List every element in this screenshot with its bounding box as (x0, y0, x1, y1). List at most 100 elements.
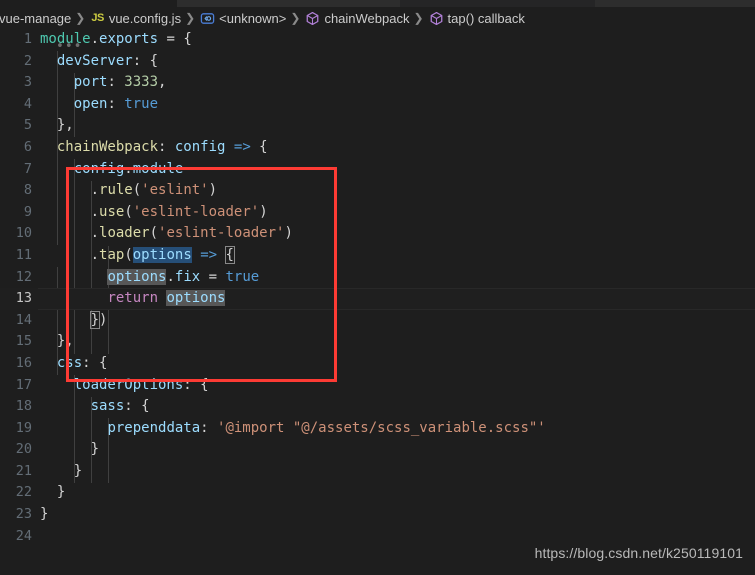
symbol-variable-cube-icon (305, 11, 320, 26)
word-occurrence-highlight: options (166, 290, 225, 306)
code-line[interactable]: 17 loaderOptions: { (0, 375, 755, 397)
bracket-match-open: { (226, 247, 234, 263)
breadcrumb-label-tap-callback: tap() callback (448, 11, 525, 26)
chevron-right-icon: ❯ (182, 11, 199, 25)
code-line[interactable]: 7 config.module (0, 159, 755, 181)
line-content: }) (40, 310, 107, 332)
line-content: devServer: { (40, 51, 158, 73)
tab-strip-filler (400, 0, 595, 7)
line-number: 6 (0, 137, 32, 159)
line-content: sass: { (40, 396, 150, 418)
code-line[interactable]: 11 .tap(options => { (0, 245, 755, 267)
code-line[interactable]: 2 devServer: { (0, 51, 755, 73)
chevron-right-icon: ❯ (72, 11, 89, 25)
line-number: 9 (0, 202, 32, 224)
line-number: 7 (0, 159, 32, 181)
breadcrumb: vue-manage ❯ JS vue.config.js ❯ <unknown… (0, 7, 755, 29)
breadcrumb-item-chainwebpack[interactable]: chainWebpack (304, 11, 410, 26)
line-number-active: 13 (0, 288, 32, 310)
code-line[interactable]: 18 sass: { (0, 396, 755, 418)
code-line[interactable]: 23 } (0, 504, 755, 526)
line-content: return options (40, 288, 225, 310)
editor-tab-inactive-2[interactable] (595, 0, 755, 7)
line-number: 15 (0, 331, 32, 353)
line-content: .tap(options => { (40, 245, 234, 267)
code-line[interactable]: 8 .rule('eslint') (0, 180, 755, 202)
symbol-module-icon (200, 11, 215, 26)
editor-tab-inactive-1[interactable] (178, 0, 400, 7)
code-line[interactable]: 20 } (0, 439, 755, 461)
line-content: css: { (40, 353, 107, 375)
line-content: .rule('eslint') (40, 180, 217, 202)
line-content: module.exports = { (40, 29, 192, 51)
line-number: 2 (0, 51, 32, 73)
selected-text: options (133, 247, 192, 263)
line-number: 12 (0, 267, 32, 289)
code-line[interactable]: 3 port: 3333, (0, 72, 755, 94)
code-line[interactable]: 22 } (0, 482, 755, 504)
code-line[interactable]: 19 prependdata: '@import "@/assets/scss_… (0, 418, 755, 440)
watermark: https://blog.csdn.net/k250119101 (535, 545, 743, 561)
line-content: config.module (40, 159, 183, 181)
code-line-active[interactable]: 13 return options (0, 288, 755, 310)
breadcrumb-item-folder[interactable]: vue-manage (0, 11, 72, 26)
editor-tab-active[interactable] (0, 0, 177, 7)
line-content: } (40, 504, 48, 526)
breadcrumb-label-unknown-symbol: <unknown> (219, 11, 286, 26)
code-lines: 1 module.exports = { 2 devServer: { 3 po… (0, 29, 755, 547)
breadcrumb-label-folder: vue-manage (0, 11, 71, 26)
bracket-match-close: } (91, 312, 99, 328)
line-number: 3 (0, 72, 32, 94)
code-line[interactable]: 5 }, (0, 115, 755, 137)
line-number: 5 (0, 115, 32, 137)
line-content: .use('eslint-loader') (40, 202, 268, 224)
line-number: 1 (0, 29, 32, 51)
breadcrumb-item-tap-callback[interactable]: tap() callback (428, 11, 526, 26)
line-number: 22 (0, 482, 32, 504)
line-content: chainWebpack: config => { (40, 137, 268, 159)
line-number: 21 (0, 461, 32, 483)
line-content: open: true (40, 94, 158, 116)
editor-tab-strip (0, 0, 755, 7)
word-occurrence-highlight: options (107, 269, 166, 285)
code-line[interactable]: 14 }) (0, 310, 755, 332)
line-number: 19 (0, 418, 32, 440)
line-number: 24 (0, 526, 32, 548)
line-content: }, (40, 331, 74, 353)
line-number: 16 (0, 353, 32, 375)
line-number: 11 (0, 245, 32, 267)
line-number: 4 (0, 94, 32, 116)
line-number: 17 (0, 375, 32, 397)
line-number: 8 (0, 180, 32, 202)
vscode-window: vue-manage ❯ JS vue.config.js ❯ <unknown… (0, 0, 755, 575)
line-content: } (40, 482, 65, 504)
line-number: 20 (0, 439, 32, 461)
code-line[interactable]: 6 chainWebpack: config => { (0, 137, 755, 159)
code-line[interactable]: 24 (0, 526, 755, 548)
line-number: 23 (0, 504, 32, 526)
js-file-icon: JS (90, 12, 104, 24)
code-line[interactable]: 9 .use('eslint-loader') (0, 202, 755, 224)
line-content: }, (40, 115, 74, 137)
breadcrumb-label-chainwebpack: chainWebpack (324, 11, 409, 26)
line-content: port: 3333, (40, 72, 166, 94)
line-content: } (40, 461, 82, 483)
code-line[interactable]: 16 css: { (0, 353, 755, 375)
line-content: .loader('eslint-loader') (40, 223, 293, 245)
code-line[interactable]: 15 }, (0, 331, 755, 353)
code-editor[interactable]: ••• 1 module.exports = { 2 devServer: { … (0, 29, 755, 575)
chevron-right-icon: ❯ (410, 11, 427, 25)
breadcrumb-label-file: vue.config.js (109, 11, 181, 26)
symbol-variable-cube-icon (429, 11, 444, 26)
code-line[interactable]: 21 } (0, 461, 755, 483)
code-line[interactable]: 10 .loader('eslint-loader') (0, 223, 755, 245)
code-line[interactable]: 1 module.exports = { (0, 29, 755, 51)
breadcrumb-item-file[interactable]: JS vue.config.js (89, 11, 182, 26)
breadcrumb-item-unknown-symbol[interactable]: <unknown> (199, 11, 287, 26)
line-content: prependdata: '@import "@/assets/scss_var… (40, 418, 546, 440)
code-line[interactable]: 4 open: true (0, 94, 755, 116)
line-content: loaderOptions: { (40, 375, 209, 397)
code-line[interactable]: 12 options.fix = true (0, 267, 755, 289)
chevron-right-icon: ❯ (287, 11, 304, 25)
line-number: 10 (0, 223, 32, 245)
